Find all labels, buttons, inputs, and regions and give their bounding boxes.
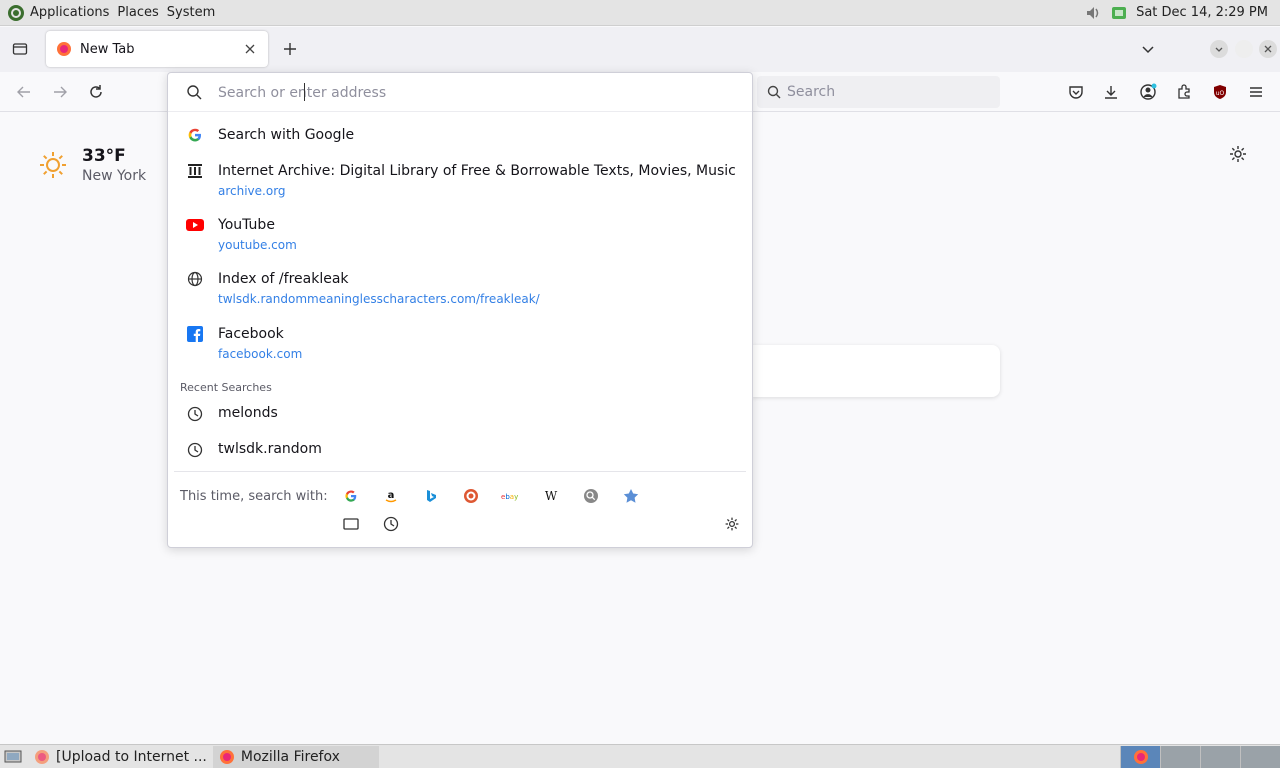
suggestion-url: twlsdk.randommeaninglesscharacters.com/f… bbox=[218, 292, 540, 306]
text-cursor bbox=[304, 83, 305, 101]
recent-searches-label: Recent Searches bbox=[180, 381, 272, 394]
maximize-window-icon[interactable] bbox=[1235, 40, 1253, 58]
search-engine-magnifier-icon[interactable] bbox=[580, 485, 602, 507]
suggestion-title: Index of /freakleak bbox=[218, 271, 349, 287]
firefox-icon bbox=[56, 41, 72, 57]
network-icon[interactable] bbox=[1110, 4, 1128, 22]
history-clock-icon bbox=[185, 404, 205, 424]
menu-places[interactable]: Places bbox=[117, 5, 158, 20]
urlbar-dropdown: Search with Google Internet Archive: Dig… bbox=[167, 72, 753, 548]
suggestion-youtube[interactable]: YouTube youtube.com bbox=[174, 213, 746, 255]
workspace-4[interactable] bbox=[1240, 745, 1280, 768]
recent-search-item[interactable]: twlsdk.random bbox=[174, 437, 746, 463]
engines-divider bbox=[174, 471, 746, 472]
search-settings-gear-icon[interactable] bbox=[721, 513, 743, 535]
bing-engine-icon[interactable] bbox=[420, 485, 442, 507]
ebay-engine-icon[interactable]: ebay bbox=[500, 485, 522, 507]
workspace-switcher bbox=[1120, 745, 1280, 768]
search-icon bbox=[767, 85, 781, 99]
forward-arrow-icon[interactable] bbox=[48, 80, 72, 104]
tabs-engine-icon[interactable] bbox=[340, 513, 362, 535]
search-bar-placeholder: Search bbox=[787, 84, 836, 100]
suggestion-archive[interactable]: Internet Archive: Digital Library of Fre… bbox=[174, 159, 746, 201]
list-all-tabs-chevron-icon[interactable] bbox=[1138, 39, 1158, 59]
workspace-3[interactable] bbox=[1200, 745, 1240, 768]
svg-text:ebay: ebay bbox=[501, 493, 518, 501]
account-icon[interactable] bbox=[1136, 80, 1160, 104]
customize-newtab-gear-icon[interactable] bbox=[1228, 144, 1248, 164]
search-engines-label: This time, search with: bbox=[180, 489, 328, 504]
svg-text:W: W bbox=[545, 489, 558, 503]
search-bar[interactable]: Search bbox=[757, 76, 1000, 108]
weather-temperature: 33°F bbox=[82, 146, 126, 166]
pocket-icon[interactable] bbox=[1064, 80, 1088, 104]
taskbar-task-label: [Upload to Internet ... bbox=[56, 748, 207, 765]
urlbar-input-row bbox=[168, 73, 752, 112]
archive-icon bbox=[185, 161, 205, 181]
weather-location: New York bbox=[82, 168, 147, 184]
workspace-1[interactable] bbox=[1120, 745, 1160, 768]
recent-search-text: twlsdk.random bbox=[218, 441, 322, 457]
firefox-icon bbox=[34, 749, 50, 765]
downloads-icon[interactable] bbox=[1099, 80, 1123, 104]
reload-icon[interactable] bbox=[84, 80, 108, 104]
taskbar-task-firefox[interactable]: Mozilla Firefox bbox=[212, 745, 379, 768]
hamburger-menu-icon[interactable] bbox=[1244, 80, 1268, 104]
duckduckgo-engine-icon[interactable] bbox=[460, 485, 482, 507]
svg-text:uO: uO bbox=[1216, 90, 1225, 97]
suggestion-url: youtube.com bbox=[218, 238, 297, 252]
taskbar-task-label: Mozilla Firefox bbox=[240, 748, 340, 765]
tab-title: New Tab bbox=[80, 41, 135, 57]
suggestion-url: archive.org bbox=[218, 184, 286, 198]
suggestion-title: YouTube bbox=[218, 217, 275, 233]
show-desktop-icon[interactable] bbox=[4, 749, 22, 765]
suggestion-freakleak[interactable]: Index of /freakleak twlsdk.randommeaning… bbox=[174, 267, 746, 309]
menu-applications[interactable]: Applications bbox=[30, 5, 109, 20]
volume-icon[interactable] bbox=[1084, 4, 1102, 22]
bottom-taskbar: [Upload to Internet ... Mozilla Firefox bbox=[0, 744, 1280, 768]
history-engine-icon[interactable] bbox=[380, 513, 402, 535]
tab-strip: New Tab bbox=[0, 27, 1280, 72]
suggestion-title: Internet Archive: Digital Library of Fre… bbox=[218, 163, 738, 179]
globe-icon bbox=[185, 269, 205, 289]
suggestion-facebook[interactable]: Facebook facebook.com bbox=[174, 322, 746, 364]
suggestion-title: Facebook bbox=[218, 326, 284, 342]
youtube-icon bbox=[185, 215, 205, 235]
minimize-window-icon[interactable] bbox=[1210, 40, 1228, 58]
clock[interactable]: Sat Dec 14, 2:29 PM bbox=[1136, 5, 1268, 20]
gnome-top-panel: Applications Places System Sat Dec 14, 2… bbox=[0, 0, 1280, 26]
bookmarks-star-icon[interactable] bbox=[620, 485, 642, 507]
menu-system[interactable]: System bbox=[167, 5, 215, 20]
extensions-puzzle-icon[interactable] bbox=[1172, 80, 1196, 104]
recent-search-item[interactable]: melonds bbox=[174, 401, 746, 427]
suggestion-title: Search with Google bbox=[218, 127, 355, 143]
gnome-foot-icon[interactable] bbox=[6, 3, 26, 23]
sun-icon bbox=[38, 150, 68, 180]
recent-search-text: melonds bbox=[218, 405, 278, 421]
firefox-icon bbox=[219, 749, 235, 765]
workspace-2[interactable] bbox=[1160, 745, 1200, 768]
urlbar-input[interactable] bbox=[218, 82, 738, 104]
history-clock-icon bbox=[185, 440, 205, 460]
tab-manager-icon[interactable] bbox=[10, 39, 30, 59]
close-tab-icon[interactable] bbox=[242, 41, 258, 57]
new-tab-plus-icon[interactable] bbox=[280, 39, 300, 59]
google-icon bbox=[185, 125, 205, 145]
amazon-engine-icon[interactable]: a bbox=[380, 485, 402, 507]
svg-text:a: a bbox=[388, 490, 395, 501]
google-engine-icon[interactable] bbox=[340, 485, 362, 507]
taskbar-task-upload[interactable]: [Upload to Internet ... bbox=[28, 746, 213, 768]
tab-new-tab[interactable]: New Tab bbox=[46, 31, 268, 67]
back-arrow-icon[interactable] bbox=[12, 80, 36, 104]
close-window-icon[interactable] bbox=[1259, 40, 1277, 58]
weather-widget[interactable]: 33°F New York bbox=[38, 146, 146, 184]
wikipedia-engine-icon[interactable]: W bbox=[540, 485, 562, 507]
facebook-icon bbox=[185, 324, 205, 344]
suggestion-url: facebook.com bbox=[218, 347, 303, 361]
suggestion-search-google[interactable]: Search with Google bbox=[174, 123, 746, 149]
newtab-search-card bbox=[752, 345, 1000, 397]
urlbar-search-icon bbox=[186, 84, 202, 100]
ublock-origin-icon[interactable]: uO bbox=[1208, 80, 1232, 104]
